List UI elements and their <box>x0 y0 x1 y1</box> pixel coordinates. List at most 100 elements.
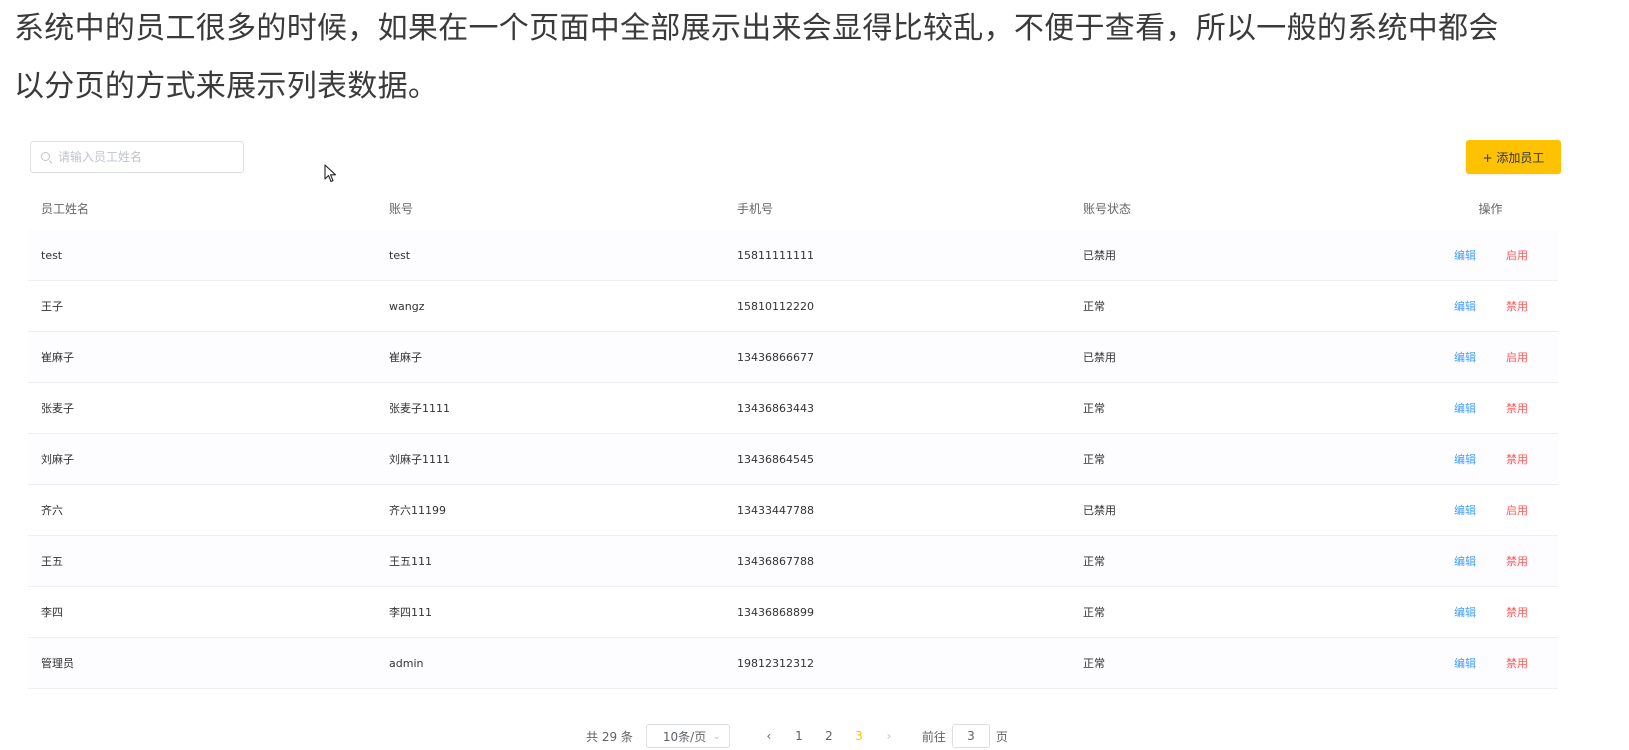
cell-actions: 编辑 启用 <box>1383 331 1558 383</box>
cell-actions: 编辑 启用 <box>1383 484 1558 536</box>
intro-line-2: 以分页的方式来展示列表数据。 <box>14 69 439 104</box>
cell-account: 崔麻子 <box>376 331 724 383</box>
cell-account: 王五111 <box>376 535 724 587</box>
cell-status: 正常 <box>1070 637 1383 689</box>
cell-phone: 15811111111 <box>724 230 1070 281</box>
header-status: 账号状态 <box>1083 201 1132 216</box>
edit-button[interactable]: 编辑 <box>1454 555 1476 568</box>
next-page-button[interactable]: › <box>874 729 904 743</box>
edit-button[interactable]: 编辑 <box>1454 606 1476 619</box>
table-row: 刘麻子 刘麻子1111 13436864545 正常 编辑 禁用 <box>28 433 1558 485</box>
cell-actions: 编辑 启用 <box>1383 230 1558 281</box>
page-1[interactable]: 1 <box>784 729 814 743</box>
table-row: 齐六 齐六11199 13433447788 已禁用 编辑 启用 <box>28 484 1558 536</box>
cell-name: 王子 <box>28 280 376 332</box>
toggle-status-button[interactable]: 禁用 <box>1506 657 1528 670</box>
search-input[interactable] <box>58 150 218 164</box>
page-2[interactable]: 2 <box>814 729 844 743</box>
cell-phone: 13436867788 <box>724 535 1070 587</box>
page-size-select[interactable]: 10条/页 ⌄ <box>645 724 730 748</box>
cell-actions: 编辑 禁用 <box>1383 382 1558 434</box>
page-3[interactable]: 3 <box>844 729 874 743</box>
prev-page-button[interactable]: ‹ <box>754 729 784 743</box>
toggle-status-button[interactable]: 禁用 <box>1506 453 1528 466</box>
toggle-status-button[interactable]: 启用 <box>1506 351 1528 364</box>
edit-button[interactable]: 编辑 <box>1454 351 1476 364</box>
add-employee-button[interactable]: + 添加员工 <box>1466 140 1561 174</box>
cell-status: 正常 <box>1070 586 1383 638</box>
toggle-status-button[interactable]: 禁用 <box>1506 606 1528 619</box>
cell-status: 正常 <box>1070 535 1383 587</box>
cell-status: 已禁用 <box>1070 230 1383 281</box>
chevron-down-icon: ⌄ <box>712 730 721 742</box>
cell-actions: 编辑 禁用 <box>1383 433 1558 485</box>
cell-name: 齐六 <box>28 484 376 536</box>
cell-account: 张麦子1111 <box>376 382 724 434</box>
cell-account: 齐六11199 <box>376 484 724 536</box>
page-size-value: 10条/页 <box>662 729 707 744</box>
employee-table: 员工姓名 账号 手机号 账号状态 操作 test test 15811111111 已… <box>28 186 1558 689</box>
cell-name: 刘麻子 <box>28 433 376 485</box>
cell-account: 李四111 <box>376 586 724 638</box>
cell-actions: 编辑 禁用 <box>1383 586 1558 638</box>
header-phone: 手机号 <box>737 201 774 216</box>
search-icon <box>41 152 51 162</box>
cell-phone: 13436864545 <box>724 433 1070 485</box>
pagination: 共 29 条 10条/页 ⌄ ‹ 1 2 3 › 前往 3 页 <box>586 723 1008 749</box>
cell-account: admin <box>376 637 724 689</box>
table-row: test test 15811111111 已禁用 编辑 启用 <box>28 230 1558 281</box>
cell-actions: 编辑 禁用 <box>1383 535 1558 587</box>
toggle-status-button[interactable]: 启用 <box>1506 249 1528 262</box>
edit-button[interactable]: 编辑 <box>1454 657 1476 670</box>
cell-account: 刘麻子1111 <box>376 433 724 485</box>
cell-phone: 13436863443 <box>724 382 1070 434</box>
cell-status: 正常 <box>1070 382 1383 434</box>
edit-button[interactable]: 编辑 <box>1454 453 1476 466</box>
table-row: 管理员 admin 19812312312 正常 编辑 禁用 <box>28 637 1558 689</box>
cell-phone: 13436866677 <box>724 331 1070 383</box>
search-box[interactable] <box>30 141 244 173</box>
table-row: 李四 李四111 13436868899 正常 编辑 禁用 <box>28 586 1558 638</box>
intro-text: 系统中的员工很多的时候，如果在一个页面中全部展示出来会显得比较乱，不便于查看，所… <box>14 0 1614 116</box>
cell-name: 管理员 <box>28 637 376 689</box>
goto-page-input[interactable]: 3 <box>951 724 990 748</box>
cell-name: test <box>28 230 376 281</box>
cell-phone: 13433447788 <box>724 484 1070 536</box>
cell-account: test <box>376 230 724 281</box>
table-row: 王子 wangz 15810112220 正常 编辑 禁用 <box>28 280 1558 332</box>
toggle-status-button[interactable]: 禁用 <box>1506 555 1528 568</box>
cell-status: 已禁用 <box>1070 331 1383 383</box>
cell-status: 正常 <box>1070 433 1383 485</box>
cell-status: 正常 <box>1070 280 1383 332</box>
cell-name: 王五 <box>28 535 376 587</box>
intro-line-1: 系统中的员工很多的时候，如果在一个页面中全部展示出来会显得比较乱，不便于查看，所… <box>14 11 1499 46</box>
header-name: 员工姓名 <box>41 201 90 216</box>
cell-actions: 编辑 禁用 <box>1383 637 1558 689</box>
table-row: 张麦子 张麦子1111 13436863443 正常 编辑 禁用 <box>28 382 1558 434</box>
cell-name: 崔麻子 <box>28 331 376 383</box>
table-body: test test 15811111111 已禁用 编辑 启用 王子 wangz 1581011… <box>28 230 1558 689</box>
edit-button[interactable]: 编辑 <box>1454 300 1476 313</box>
header-account: 账号 <box>389 201 414 216</box>
cell-phone: 15810112220 <box>724 280 1070 332</box>
table-row: 王五 王五111 13436867788 正常 编辑 禁用 <box>28 535 1558 587</box>
toggle-status-button[interactable]: 禁用 <box>1506 300 1528 313</box>
toggle-status-button[interactable]: 启用 <box>1506 504 1528 517</box>
employee-panel: + 添加员工 员工姓名 账号 手机号 账号状态 操作 testtest15811… <box>28 138 1561 750</box>
toggle-status-button[interactable]: 禁用 <box>1506 402 1528 415</box>
pagination-total: 共 29 条 <box>586 729 633 744</box>
table-row: 崔麻子 崔麻子 13436866677 已禁用 编辑 启用 <box>28 331 1558 383</box>
edit-button[interactable]: 编辑 <box>1454 504 1476 517</box>
goto-prefix: 前往 <box>921 729 946 744</box>
cell-account: wangz <box>376 280 724 332</box>
page: 系统中的员工很多的时候，如果在一个页面中全部展示出来会显得比较乱，不便于查看，所… <box>0 0 1629 750</box>
edit-button[interactable]: 编辑 <box>1454 249 1476 262</box>
table-header-row: 员工姓名 账号 手机号 账号状态 操作 <box>28 186 1558 230</box>
edit-button[interactable]: 编辑 <box>1454 402 1476 415</box>
cell-name: 李四 <box>28 586 376 638</box>
cell-actions: 编辑 禁用 <box>1383 280 1558 332</box>
goto-suffix: 页 <box>995 729 1008 744</box>
cell-name: 张麦子 <box>28 382 376 434</box>
cell-status: 已禁用 <box>1070 484 1383 536</box>
cell-phone: 19812312312 <box>724 637 1070 689</box>
